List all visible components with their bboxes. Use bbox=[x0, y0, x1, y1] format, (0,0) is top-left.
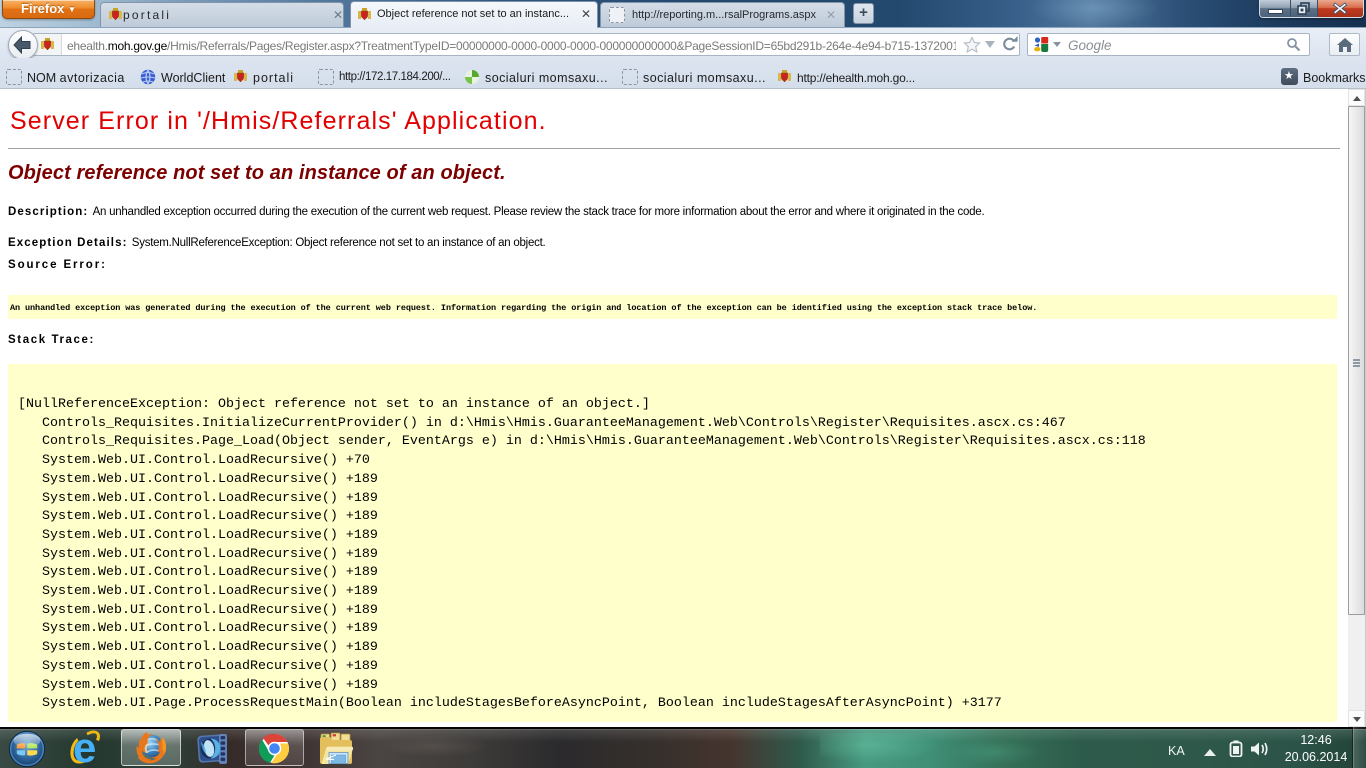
svg-text:e: e bbox=[73, 730, 96, 767]
